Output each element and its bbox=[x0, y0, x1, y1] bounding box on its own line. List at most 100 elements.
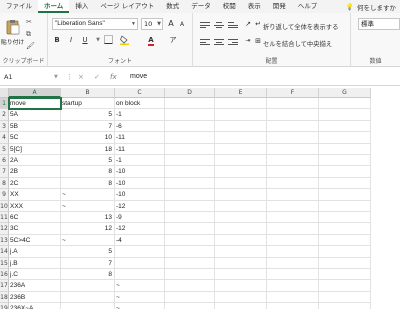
tab-1[interactable]: ホーム bbox=[38, 0, 70, 13]
cell[interactable] bbox=[165, 291, 215, 304]
row-header[interactable]: 17 bbox=[0, 280, 9, 292]
cell[interactable] bbox=[165, 212, 215, 224]
cell[interactable] bbox=[267, 132, 319, 144]
cell[interactable]: 236B bbox=[9, 291, 61, 304]
cell[interactable]: 2B bbox=[9, 166, 61, 178]
enter-icon[interactable]: ✓ bbox=[94, 71, 100, 83]
cell[interactable]: 5 bbox=[61, 246, 115, 258]
cell[interactable] bbox=[319, 189, 371, 201]
tab-7[interactable]: 表示 bbox=[242, 0, 267, 13]
cell[interactable]: -11 bbox=[115, 143, 165, 155]
paste-button[interactable]: 貼り付け bbox=[1, 19, 24, 46]
cell[interactable]: -10 bbox=[115, 177, 165, 190]
cell[interactable]: 5 bbox=[61, 109, 115, 121]
cell[interactable] bbox=[319, 303, 371, 309]
chevron-down-icon[interactable]: ▼ bbox=[93, 35, 103, 45]
cell[interactable] bbox=[115, 257, 165, 269]
cell[interactable] bbox=[61, 280, 115, 292]
row-header[interactable]: 16 bbox=[0, 269, 9, 281]
column-header[interactable]: E bbox=[215, 88, 267, 98]
cell[interactable] bbox=[267, 291, 319, 304]
shrink-font-button[interactable]: A bbox=[177, 20, 187, 30]
cell[interactable]: ~ bbox=[61, 200, 115, 212]
cell[interactable] bbox=[319, 98, 371, 110]
cell[interactable] bbox=[165, 234, 215, 247]
font-color-button[interactable]: A bbox=[146, 35, 156, 46]
cell[interactable]: 6C bbox=[9, 212, 61, 224]
cell[interactable]: 5A bbox=[9, 109, 61, 121]
cell[interactable] bbox=[319, 109, 371, 121]
cell[interactable] bbox=[319, 246, 371, 258]
align-middle-icon[interactable] bbox=[214, 21, 224, 29]
cell[interactable] bbox=[61, 291, 115, 304]
font-size-select[interactable]: 10 ▼ bbox=[141, 18, 163, 30]
row-header[interactable]: 11 bbox=[0, 212, 9, 224]
cell[interactable] bbox=[319, 269, 371, 281]
active-cell[interactable]: move bbox=[8, 96, 62, 111]
cell[interactable]: -4 bbox=[115, 234, 165, 247]
row-header[interactable]: 12 bbox=[0, 223, 9, 235]
cell[interactable] bbox=[165, 246, 215, 258]
row-header[interactable]: 6 bbox=[0, 155, 9, 167]
cancel-icon[interactable]: × bbox=[78, 71, 84, 83]
format-painter-icon[interactable]: 🖌 bbox=[26, 42, 36, 51]
cell[interactable]: -12 bbox=[115, 223, 165, 235]
cell[interactable] bbox=[319, 155, 371, 167]
cell[interactable] bbox=[215, 132, 267, 144]
cell[interactable]: 12 bbox=[61, 223, 115, 235]
cell[interactable] bbox=[215, 246, 267, 258]
tab-4[interactable]: 数式 bbox=[160, 0, 185, 13]
cell[interactable]: -11 bbox=[115, 132, 165, 144]
cell[interactable] bbox=[165, 155, 215, 167]
cell[interactable] bbox=[267, 303, 319, 309]
cell[interactable] bbox=[319, 291, 371, 304]
cell[interactable] bbox=[215, 143, 267, 155]
cell[interactable] bbox=[267, 200, 319, 212]
cell[interactable] bbox=[215, 291, 267, 304]
cell[interactable] bbox=[215, 234, 267, 247]
cell[interactable] bbox=[215, 166, 267, 178]
cell[interactable] bbox=[215, 98, 267, 110]
copy-icon[interactable]: ⧉ bbox=[26, 30, 36, 39]
cell[interactable]: 5 bbox=[61, 155, 115, 167]
row-header[interactable]: 13 bbox=[0, 234, 9, 247]
cell[interactable]: 3C bbox=[9, 223, 61, 235]
underline-button[interactable]: U bbox=[80, 35, 90, 45]
merge-center-button[interactable]: セルを結合して中央揃え bbox=[263, 39, 332, 48]
cell[interactable] bbox=[319, 166, 371, 178]
row-header[interactable]: 4 bbox=[0, 132, 9, 144]
cell[interactable] bbox=[165, 269, 215, 281]
wrap-text-button[interactable]: 折り返して全体を表示する bbox=[263, 22, 338, 31]
row-header[interactable]: 9 bbox=[0, 189, 9, 201]
cell[interactable] bbox=[165, 132, 215, 144]
cell[interactable]: -10 bbox=[115, 166, 165, 178]
tell-me-box[interactable]: 💡 何をしますか bbox=[346, 2, 400, 12]
row-header[interactable]: 14 bbox=[0, 246, 9, 258]
border-icon[interactable] bbox=[103, 35, 113, 45]
cut-icon[interactable]: ✂ bbox=[26, 18, 36, 27]
cell[interactable] bbox=[215, 280, 267, 292]
cell[interactable] bbox=[165, 257, 215, 269]
italic-button[interactable]: I bbox=[66, 35, 76, 45]
row-header[interactable]: 7 bbox=[0, 166, 9, 178]
cell[interactable]: ~ bbox=[115, 291, 165, 304]
column-header[interactable]: F bbox=[267, 88, 319, 98]
cell[interactable] bbox=[267, 177, 319, 190]
cell[interactable] bbox=[215, 303, 267, 309]
cell[interactable] bbox=[267, 257, 319, 269]
cell[interactable] bbox=[267, 246, 319, 258]
cell[interactable] bbox=[165, 189, 215, 201]
cell[interactable] bbox=[165, 120, 215, 133]
cell[interactable]: ~ bbox=[115, 280, 165, 292]
tab-5[interactable]: データ bbox=[185, 0, 217, 13]
column-header[interactable]: C bbox=[115, 88, 165, 98]
chevron-down-icon[interactable]: ▼ bbox=[54, 71, 58, 83]
cell[interactable] bbox=[267, 223, 319, 235]
cell[interactable] bbox=[215, 177, 267, 190]
cell[interactable]: 10 bbox=[61, 132, 115, 144]
cell[interactable] bbox=[267, 166, 319, 178]
cell[interactable]: 236A bbox=[9, 280, 61, 292]
cell[interactable]: ~ bbox=[61, 234, 115, 247]
cell[interactable] bbox=[165, 303, 215, 309]
cell[interactable]: -1 bbox=[115, 109, 165, 121]
